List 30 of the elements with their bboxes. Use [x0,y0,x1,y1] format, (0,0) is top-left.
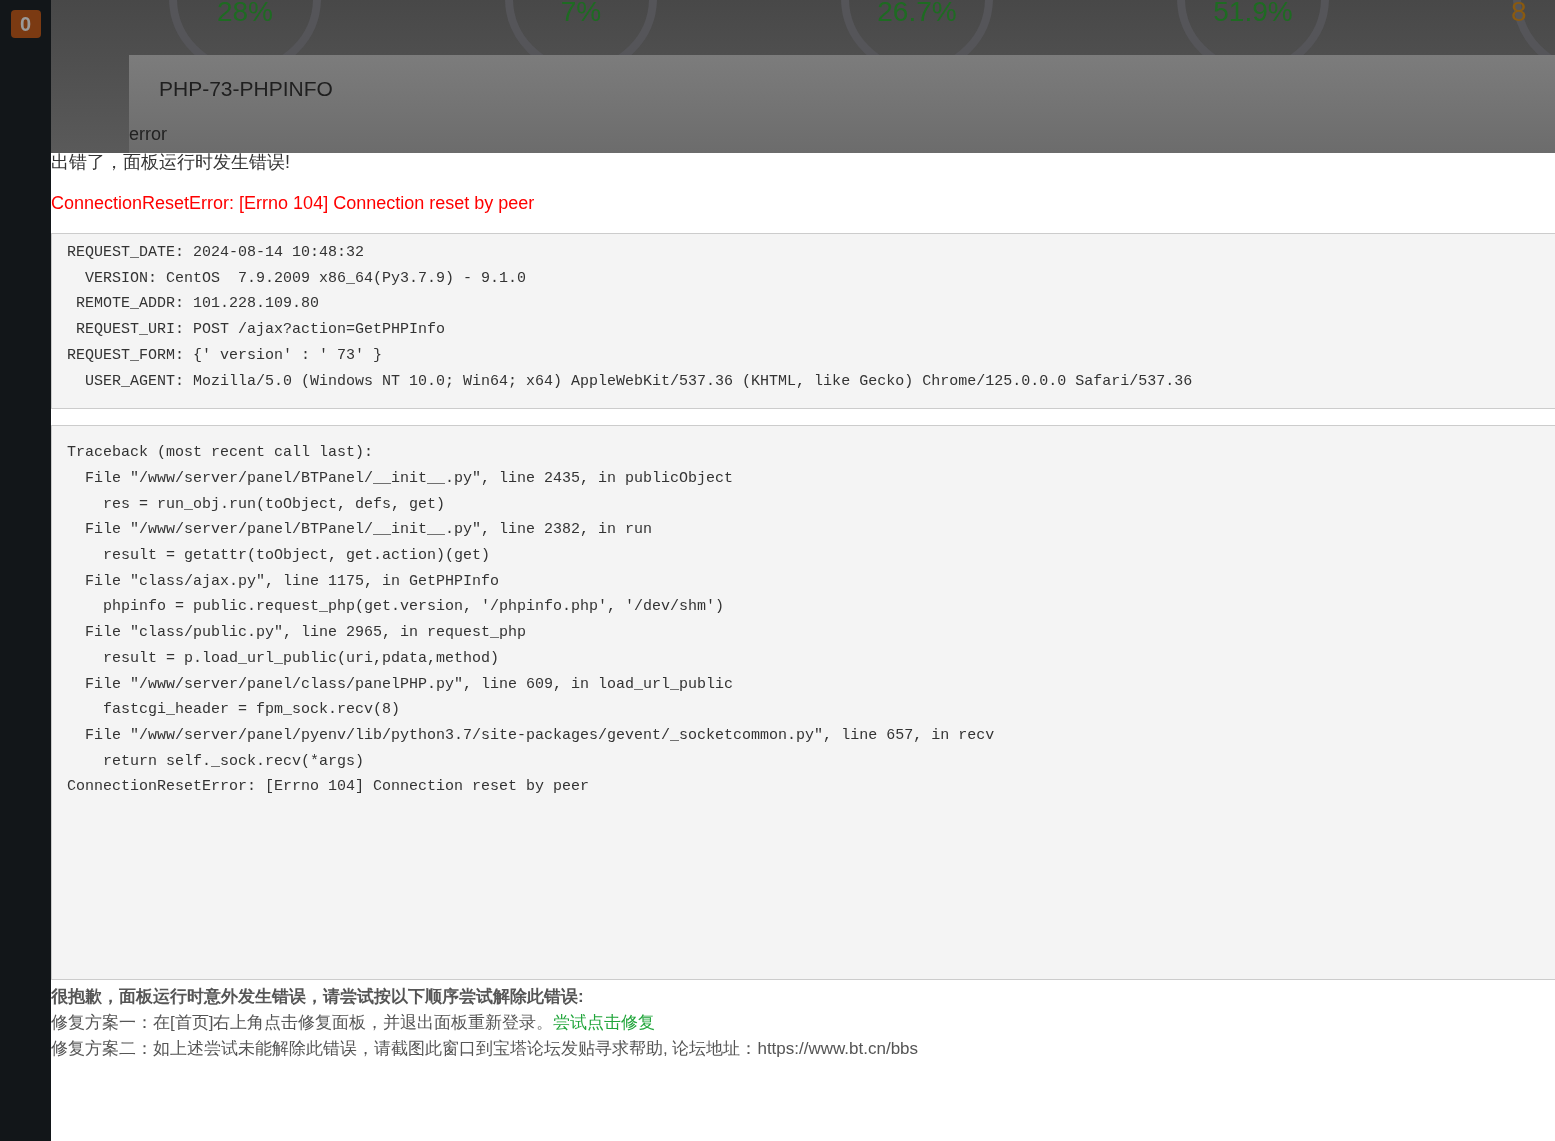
error-heading: 出错了，面板运行时发生错误! [51,152,290,172]
error-message: ConnectionResetError: [Errno 104] Connection reset by peer [51,193,535,213]
dialog-title: PHP-73-PHPINFO [159,77,333,100]
gauge-value: 8 [1511,0,1527,26]
traceback-line: File "/www/server/panel/BTPanel/__init__.py", line 2382, in run [84,521,653,539]
fix-option-text: 修复方案二：如上述尝试未能解除此错误，请截图此窗口到宝塔论坛发贴寻求帮助, 论坛地址：https://www.bt.cn/bbs [51,1039,919,1059]
traceback-line: ConnectionResetError: [Errno 104] Connection reset by peer [67,778,590,796]
request-info-line: USER_AGENT: Mozilla/5.0 (Windows NT 10.0; Win64; x64) AppleWebKit/537.36 (KHTML, like Gecko) Chrome/125.0.0.0 Safari/537.36 [84,372,1193,390]
request-info-line: REQUEST_DATE: 2024-08-14 10:48:32 [67,244,365,261]
traceback-line: File "class/public.py", line 2965, in request_php [84,624,527,642]
traceback-line: fastcgi_header = fpm_sock.recv(8) [102,701,401,719]
traceback-line: result = getattr(toObject, get.action)(get) [102,547,491,565]
help-title: 很抱歉，面板运行时意外发生错误，请尝试按以下顺序尝试解除此错误: [51,987,584,1007]
notification-badge: 0 [10,10,41,38]
request-info-line: REQUEST_FORM: {′ version′ : ′ 73′ } [67,346,383,364]
dialog-subtitle: error [129,124,167,144]
traceback-line: Traceback (most recent call last): [67,444,374,462]
traceback-line: res = run_obj.run(toObject, defs, get) [102,495,446,513]
request-info-line: REQUEST_URI: POST /ajax?action=GetPHPInfo [75,321,446,339]
repair-link[interactable]: 尝试点击修复 [553,1013,656,1033]
request-info-line: VERSION: CentOS 7.9.2009 x86_64(Py3.7.9) - 9.1.0 [84,269,527,287]
traceback-line: File "/www/server/panel/class/panelPHP.py", line 609, in load_url_public [84,675,734,693]
traceback-line: return self._sock.recv(*args) [102,752,365,770]
traceback-line: File "/www/server/panel/pyenv/lib/python3.7/site-packages/gevent/_socketcommon.py", line 657, in recv [84,726,995,744]
traceback-line: File "class/ajax.py", line 1175, in GetPHPInfo [84,572,500,590]
traceback-line: phpinfo = public.request_php(get.version, '/phpinfo.php', '/dev/shm') [102,598,725,616]
traceback-line: File "/www/server/panel/BTPanel/__init__.py", line 2435, in publicObject [84,469,734,487]
traceback-line: result = p.load_url_public(uri,pdata,method) [102,649,500,667]
fix-option-text: 修复方案一：在[首页]右上角点击修复面板，并退出面板重新登录。 [51,1013,554,1033]
request-info-line: REMOTE_ADDR: 101.228.109.80 [75,295,320,313]
